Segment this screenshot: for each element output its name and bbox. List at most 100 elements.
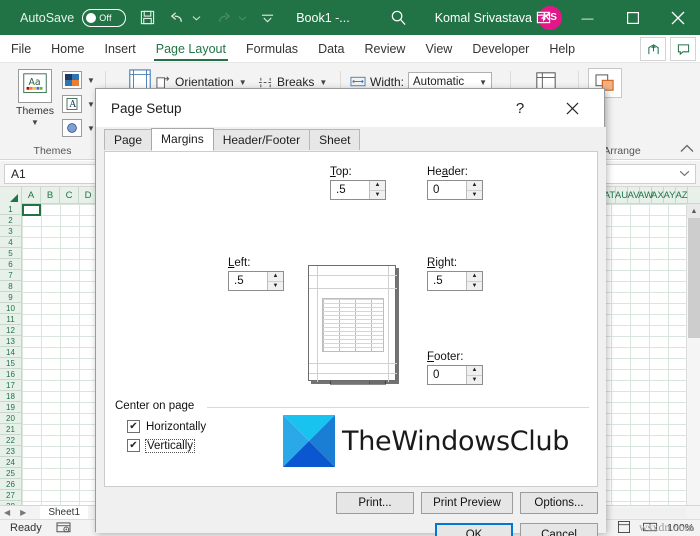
spin-down-icon[interactable]: ▼ (467, 190, 482, 199)
comment-icon[interactable] (670, 37, 696, 61)
horizontally-checkbox[interactable]: ✔ (127, 420, 140, 433)
row-header-8[interactable]: 8 (0, 281, 21, 292)
tab-formulas[interactable]: Formulas (237, 38, 307, 60)
page-layout-view-icon[interactable] (617, 520, 631, 536)
row-header-21[interactable]: 21 (0, 424, 21, 435)
print-button[interactable]: Print... (336, 492, 414, 514)
row-header-12[interactable]: 12 (0, 325, 21, 336)
options-button[interactable]: Options... (520, 492, 598, 514)
left-margin-spinbox[interactable]: .5 ▲ ▼ (228, 271, 284, 291)
spin-up-icon[interactable]: ▲ (268, 272, 283, 282)
row-header-6[interactable]: 6 (0, 259, 21, 270)
redo-icon[interactable] (215, 0, 232, 35)
spin-up-icon[interactable]: ▲ (467, 366, 482, 376)
print-preview-button[interactable]: Print Preview (421, 492, 513, 514)
row-header-11[interactable]: 11 (0, 314, 21, 325)
top-margin-spinbox[interactable]: .5 ▲ ▼ (330, 180, 386, 200)
column-header-AU[interactable]: AU (615, 187, 628, 204)
chevron-down-icon[interactable]: ▼ (87, 124, 95, 133)
left-margin-value[interactable]: .5 (229, 272, 267, 290)
sheet-prev-icon[interactable]: ◀ (4, 508, 10, 517)
row-header-14[interactable]: 14 (0, 347, 21, 358)
tab-view[interactable]: View (416, 38, 461, 60)
row-header-26[interactable]: 26 (0, 479, 21, 490)
row-header-25[interactable]: 25 (0, 468, 21, 479)
user-name[interactable]: Komal Srivastava (435, 11, 532, 25)
column-header-AX[interactable]: AX (651, 187, 664, 204)
themes-button[interactable]: Aa Themes ▼ (8, 69, 62, 127)
tab-data[interactable]: Data (309, 38, 353, 60)
tab-home[interactable]: Home (42, 38, 93, 60)
sheet-next-icon[interactable]: ▶ (20, 508, 26, 517)
spin-up-icon[interactable]: ▲ (467, 272, 482, 282)
tab-review[interactable]: Review (355, 38, 414, 60)
share-icon[interactable] (640, 37, 666, 61)
sheet-tab-sheet1[interactable]: Sheet1 (40, 506, 89, 519)
tab-page-layout[interactable]: Page Layout (147, 38, 235, 61)
tab-help[interactable]: Help (540, 38, 584, 60)
spin-down-icon[interactable]: ▼ (467, 375, 482, 384)
dialog-tab-page[interactable]: Page (104, 129, 153, 151)
formula-expand-icon[interactable] (679, 169, 690, 179)
top-margin-value[interactable]: .5 (331, 181, 369, 199)
column-header-AZ[interactable]: AZ (675, 187, 688, 204)
row-header-7[interactable]: 7 (0, 270, 21, 281)
column-header-AY[interactable]: AY (664, 187, 676, 204)
workbook-name[interactable]: Book1 -... (296, 11, 350, 25)
header-margin-spinbox[interactable]: 0 ▲ ▼ (427, 180, 483, 200)
row-header-9[interactable]: 9 (0, 292, 21, 303)
row-header-13[interactable]: 13 (0, 336, 21, 347)
row-header-18[interactable]: 18 (0, 391, 21, 402)
chevron-down-icon[interactable]: ▼ (239, 78, 247, 87)
theme-colors-button[interactable]: ▼ (62, 69, 95, 91)
row-header-23[interactable]: 23 (0, 446, 21, 457)
chevron-down-icon[interactable]: ▼ (319, 78, 327, 87)
row-header-27[interactable]: 27 (0, 490, 21, 501)
row-header-16[interactable]: 16 (0, 369, 21, 380)
tab-file[interactable]: File (2, 38, 40, 60)
vertically-checkbox[interactable]: ✔ (127, 439, 140, 452)
row-header-19[interactable]: 19 (0, 402, 21, 413)
column-header-A[interactable]: A (22, 187, 41, 204)
ok-button[interactable]: OK (435, 523, 513, 536)
footer-margin-value[interactable]: 0 (428, 366, 466, 384)
theme-effects-button[interactable]: ▼ (62, 117, 95, 139)
spin-down-icon[interactable]: ▼ (268, 281, 283, 290)
tab-insert[interactable]: Insert (96, 38, 145, 60)
spin-up-icon[interactable]: ▲ (370, 181, 385, 191)
cancel-button[interactable]: Cancel (520, 523, 598, 536)
vertical-scroll-thumb[interactable] (688, 218, 700, 338)
chevron-down-icon[interactable]: ▼ (479, 78, 487, 87)
scroll-up-arrow-icon[interactable]: ▲ (687, 204, 700, 218)
row-header-10[interactable]: 10 (0, 303, 21, 314)
row-header-2[interactable]: 2 (0, 215, 21, 226)
row-header-22[interactable]: 22 (0, 435, 21, 446)
column-header-C[interactable]: C (60, 187, 79, 204)
help-button[interactable]: ? (502, 89, 538, 127)
dialog-tab-margins[interactable]: Margins (151, 128, 214, 151)
row-header-1[interactable]: 1 (0, 204, 21, 215)
minimize-button[interactable]: — (565, 0, 610, 35)
footer-margin-spinbox[interactable]: 0 ▲ ▼ (427, 365, 483, 385)
spin-up-icon[interactable]: ▲ (467, 181, 482, 191)
row-header-20[interactable]: 20 (0, 413, 21, 424)
right-margin-spinbox[interactable]: .5 ▲ ▼ (427, 271, 483, 291)
row-header-17[interactable]: 17 (0, 380, 21, 391)
undo-icon[interactable] (169, 0, 186, 35)
row-header-4[interactable]: 4 (0, 237, 21, 248)
header-margin-value[interactable]: 0 (428, 181, 466, 199)
row-header-5[interactable]: 5 (0, 248, 21, 259)
spin-down-icon[interactable]: ▼ (370, 190, 385, 199)
undo-dropdown-icon[interactable] (192, 0, 201, 35)
search-icon[interactable] (390, 0, 407, 35)
theme-fonts-button[interactable]: A ▼ (62, 93, 95, 115)
select-all-button[interactable] (0, 187, 22, 204)
chevron-down-icon[interactable]: ▼ (31, 118, 39, 127)
right-margin-value[interactable]: .5 (428, 272, 466, 290)
close-button[interactable] (655, 0, 700, 35)
customize-quick-access-icon[interactable] (261, 0, 274, 35)
column-header-B[interactable]: B (41, 187, 60, 204)
row-header-24[interactable]: 24 (0, 457, 21, 468)
name-box[interactable]: A1 (4, 163, 100, 184)
accessibility-checker-icon[interactable] (56, 521, 71, 535)
